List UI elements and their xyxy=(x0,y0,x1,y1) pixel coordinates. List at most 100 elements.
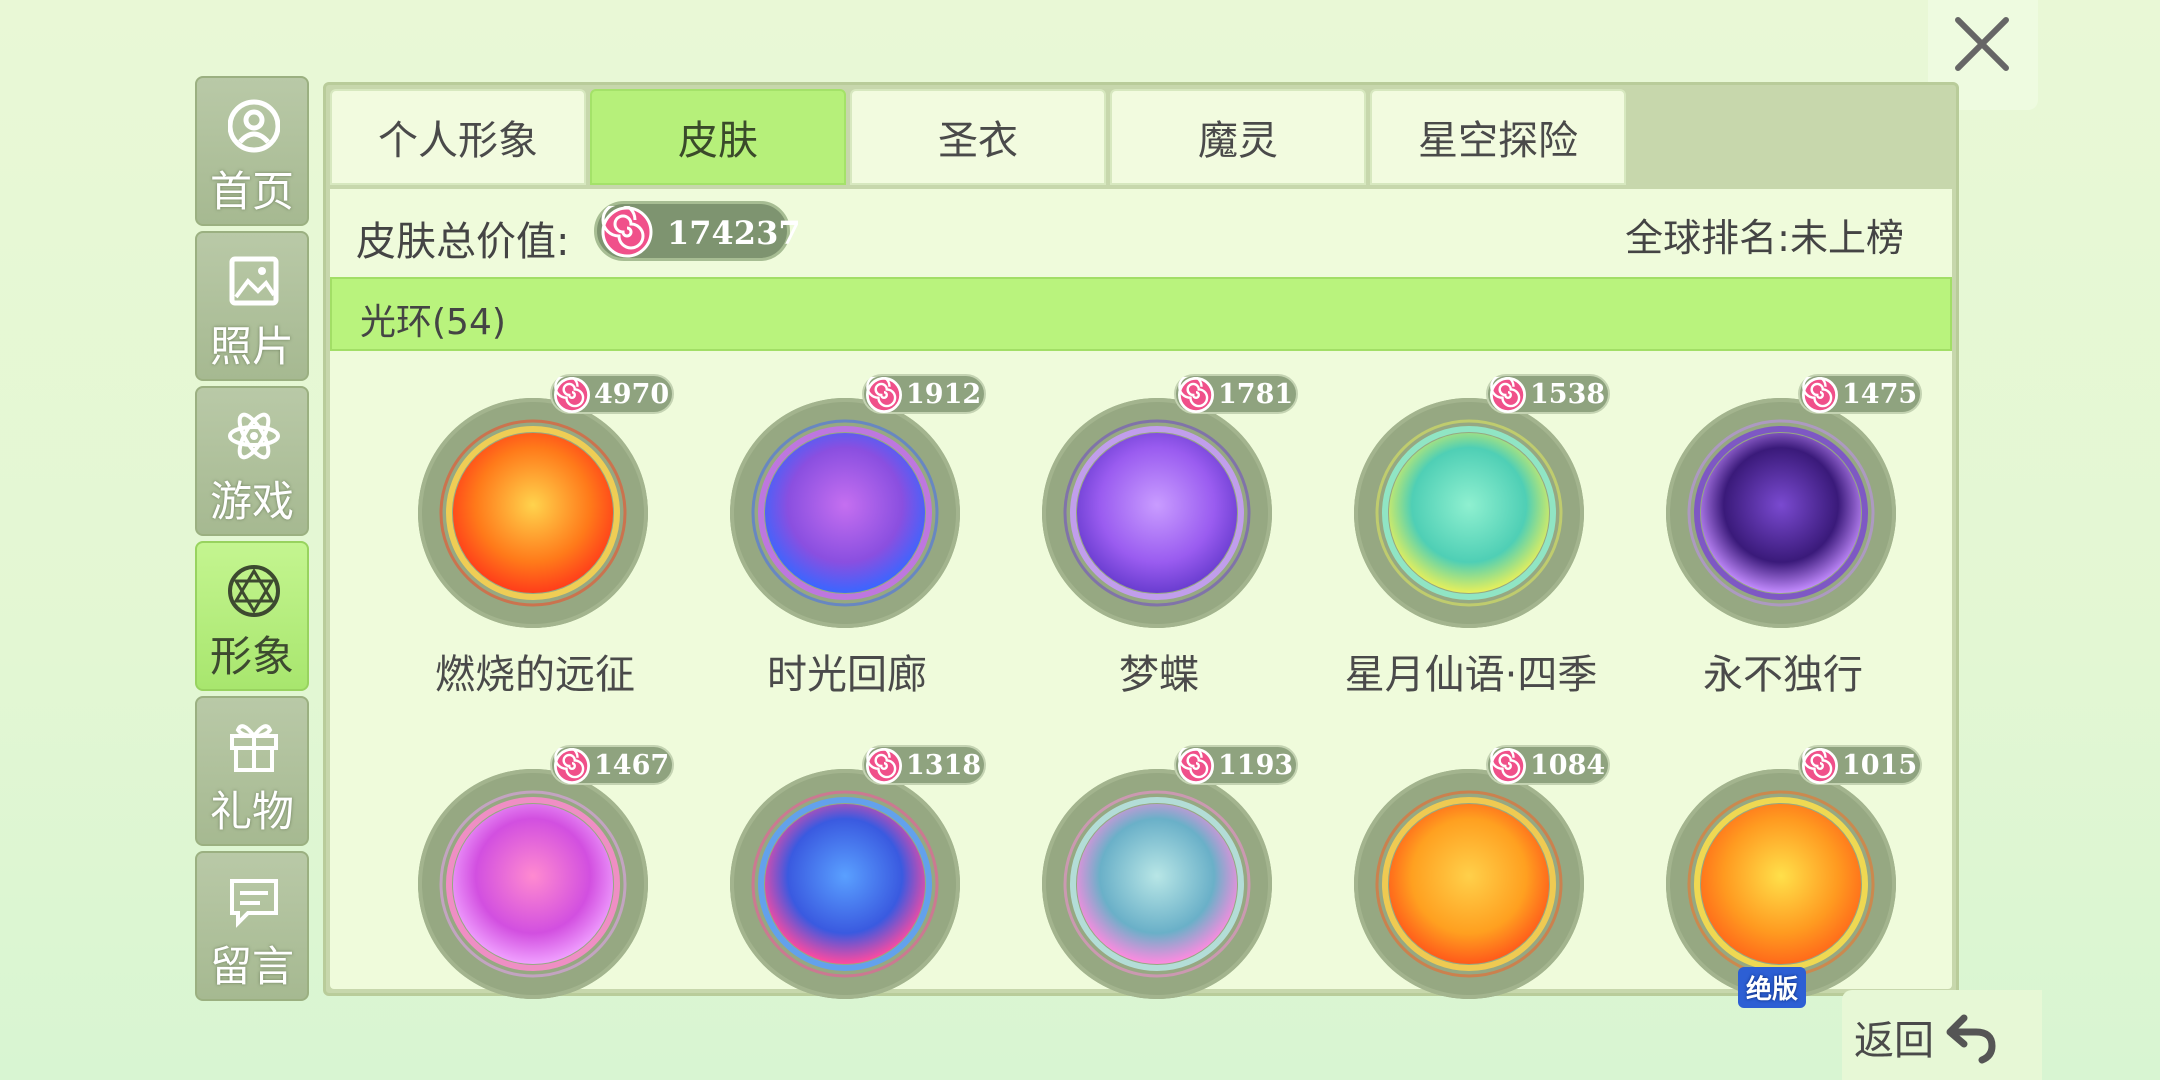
candy-icon xyxy=(1178,748,1214,784)
rank-value: 未上榜 xyxy=(1789,216,1904,260)
price-value: 1318 xyxy=(906,750,982,781)
price-value: 1475 xyxy=(1842,379,1918,410)
halo-item[interactable]: 1781 梦蝶 xyxy=(994,374,1298,704)
back-label: 返回 xyxy=(1854,1018,1934,1064)
section-title: 光环(54) xyxy=(360,302,506,343)
halo-orb-icon xyxy=(1687,419,1875,607)
halo-name: 梦蝶 xyxy=(1119,652,1199,698)
rank-label: 全球排名: xyxy=(1625,216,1790,260)
candy-icon xyxy=(1490,748,1526,784)
price-badge: 1015 xyxy=(1798,745,1922,785)
halo-item[interactable]: 1467 xyxy=(370,745,674,1075)
halo-item[interactable]: 1193 xyxy=(994,745,1298,1075)
total-value: 174237 xyxy=(667,214,801,252)
sidebar-item-label: 首页 xyxy=(209,167,294,216)
global-rank: 全球排名:未上榜 xyxy=(1625,207,1904,262)
halo-name: 时光回廊 xyxy=(767,652,927,698)
halo-preview xyxy=(1666,398,1896,628)
halo-item[interactable]: 4970 燃烧的远征 xyxy=(370,374,674,704)
price-badge: 4970 xyxy=(550,374,674,414)
profile-icon xyxy=(227,96,281,156)
price-badge: 1193 xyxy=(1174,745,1298,785)
sidebar: 首页 照片 游戏 形象 礼物 留言 xyxy=(195,76,311,1006)
sidebar-item-gifts[interactable]: 礼物 xyxy=(195,696,309,846)
candy-icon xyxy=(1178,377,1214,413)
price-value: 1538 xyxy=(1530,379,1606,410)
halo-preview xyxy=(1042,769,1272,999)
atom-icon xyxy=(228,406,280,466)
candy-icon xyxy=(1490,377,1526,413)
halo-name: 永不独行 xyxy=(1703,652,1863,698)
sidebar-item-avatar[interactable]: 形象 xyxy=(195,541,309,691)
price-badge: 1467 xyxy=(550,745,674,785)
tab-star-adventure[interactable]: 星空探险 xyxy=(1370,89,1626,185)
sidebar-item-label: 形象 xyxy=(209,632,294,681)
price-badge: 1538 xyxy=(1486,374,1610,414)
price-badge: 1318 xyxy=(862,745,986,785)
tab-spirits[interactable]: 魔灵 xyxy=(1110,89,1366,185)
candy-icon xyxy=(1802,748,1838,784)
sidebar-item-messages[interactable]: 留言 xyxy=(195,851,309,1001)
halo-orb-icon xyxy=(1063,419,1251,607)
halo-orb-icon xyxy=(751,419,939,607)
halo-preview xyxy=(1354,769,1584,999)
halo-orb-icon xyxy=(439,790,627,978)
halo-name: 星月仙语·四季 xyxy=(1344,652,1598,698)
price-value: 1912 xyxy=(906,379,982,410)
candy-icon xyxy=(554,377,590,413)
halo-item[interactable]: 1912 时光回廊 xyxy=(682,374,986,704)
halo-preview xyxy=(730,398,960,628)
price-value: 1467 xyxy=(594,750,670,781)
sidebar-item-home[interactable]: 首页 xyxy=(195,76,309,226)
photo-icon xyxy=(228,251,280,311)
price-value: 1015 xyxy=(1842,750,1918,781)
price-value: 1084 xyxy=(1530,750,1606,781)
halo-orb-icon xyxy=(1063,790,1251,978)
message-icon xyxy=(228,871,280,931)
price-value: 4970 xyxy=(594,379,670,410)
sidebar-item-games[interactable]: 游戏 xyxy=(195,386,309,536)
halo-orb-icon xyxy=(751,790,939,978)
halo-preview xyxy=(1042,398,1272,628)
price-value: 1781 xyxy=(1218,379,1294,410)
candy-icon xyxy=(1802,377,1838,413)
limited-badge: 绝版 xyxy=(1738,967,1807,1008)
sidebar-item-label: 游戏 xyxy=(209,477,294,526)
back-button[interactable]: 返回 xyxy=(1842,990,2042,1080)
skin-content: 皮肤总价值: 174237 全球排名:未上榜 光环(54) 4970 燃烧的远征 1… xyxy=(330,189,1952,1008)
tab-personal-image[interactable]: 个人形象 xyxy=(330,89,586,185)
sidebar-item-label: 照片 xyxy=(209,322,294,371)
halo-name: 燃烧的远征 xyxy=(435,652,635,698)
total-value-label: 皮肤总价值: xyxy=(356,219,570,265)
halo-preview xyxy=(1666,769,1896,999)
candy-icon xyxy=(866,377,902,413)
tab-skins[interactable]: 皮肤 xyxy=(590,89,846,185)
main-panel: 个人形象 皮肤 圣衣 魔灵 星空探险 皮肤总价值: 174237 全球排名:未上… xyxy=(323,82,1959,1008)
halo-orb-icon xyxy=(1375,419,1563,607)
halo-item[interactable]: 1475 永不独行 xyxy=(1618,374,1922,704)
price-badge: 1912 xyxy=(862,374,986,414)
section-header[interactable]: 光环(54) xyxy=(330,277,1952,351)
candy-icon xyxy=(866,748,902,784)
price-badge: 1084 xyxy=(1486,745,1610,785)
halo-item[interactable]: 1084 xyxy=(1306,745,1610,1075)
sidebar-item-photos[interactable]: 照片 xyxy=(195,231,309,381)
tab-holy-cloth[interactable]: 圣衣 xyxy=(850,89,1106,185)
price-value: 1193 xyxy=(1218,750,1294,781)
halo-preview xyxy=(418,769,648,999)
sidebar-item-label: 礼物 xyxy=(209,787,294,836)
halo-preview xyxy=(1354,398,1584,628)
halo-orb-icon xyxy=(1375,790,1563,978)
halo-item[interactable]: 1318 xyxy=(682,745,986,1075)
candy-icon xyxy=(601,206,653,258)
halo-item[interactable]: 1538 星月仙语·四季 xyxy=(1306,374,1610,704)
back-arrow-icon xyxy=(1946,1014,1996,1064)
diamond-icon xyxy=(228,561,280,621)
sidebar-item-label: 留言 xyxy=(209,942,294,991)
candy-icon xyxy=(554,748,590,784)
halo-orb-icon xyxy=(439,419,627,607)
halo-preview xyxy=(418,398,648,628)
price-badge: 1781 xyxy=(1174,374,1298,414)
total-value-badge: 174237 xyxy=(594,201,801,261)
price-badge: 1475 xyxy=(1798,374,1922,414)
